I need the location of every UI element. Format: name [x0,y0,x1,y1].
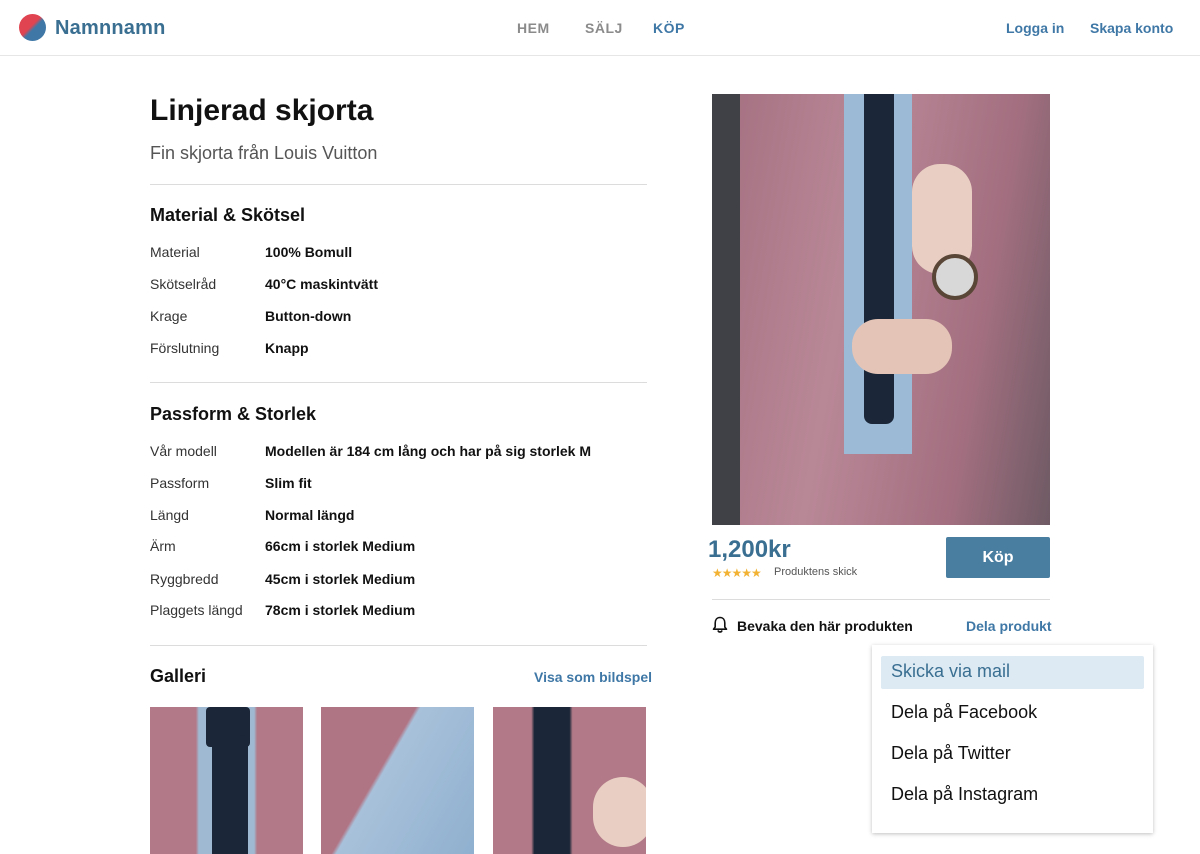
share-menu-item-instagram[interactable]: Dela på Instagram [881,779,1144,812]
spec-value: 100% Bomull [265,244,353,260]
product-subtitle: Fin skjorta från Louis Vuitton [150,143,378,163]
spec-value: Normal längd [265,507,355,523]
fit-heading: Passform & Storlek [150,404,317,424]
material-heading: Material & Skötsel [150,205,306,225]
divider [712,599,1050,600]
top-header: Namnnamn HEM SÄLJ KÖP Logga in Skapa kon… [0,0,1200,56]
product-image[interactable] [712,94,1050,525]
share-product-link[interactable]: Dela produkt [966,618,1052,634]
spec-label: Skötselråd [150,276,217,292]
share-menu-item-mail[interactable]: Skicka via mail [881,656,1144,689]
watch-product-link[interactable]: Bevaka den här produkten [737,618,913,634]
share-menu-item-facebook[interactable]: Dela på Facebook [881,697,1144,730]
spec-label: Krage [150,308,188,324]
hand-shape [852,319,952,374]
divider [150,382,647,383]
tie-shape [212,735,248,854]
spec-value: 45cm i storlek Medium [265,571,416,587]
product-title: Linjerad skjorta [150,94,374,127]
nav-item-hem[interactable]: HEM [517,20,550,36]
buy-button[interactable]: Köp [946,537,1050,578]
divider [150,645,647,646]
spec-value: Modellen är 184 cm lång och har på sig s… [265,443,591,459]
spec-value: 40°C maskintvätt [265,276,378,292]
bell-icon[interactable] [712,616,728,634]
watch-shape [932,254,978,300]
tie-shape [864,94,894,424]
gallery-thumbnail[interactable] [150,707,303,854]
spec-value: 66cm i storlek Medium [265,538,416,554]
brand-name[interactable]: Namnnamn [55,17,166,40]
gallery-thumbnail[interactable] [493,707,646,854]
spec-label: Förslutning [150,340,220,356]
gallery-heading: Galleri [150,666,207,686]
spec-label: Ryggbredd [150,571,219,587]
rating-caption: Produktens skick [774,566,858,578]
spec-label: Passform [150,475,210,491]
spec-value: Button-down [265,308,352,324]
gallery-thumbnail[interactable] [321,707,474,854]
nav-item-salj[interactable]: SÄLJ [585,20,623,36]
background-shape [712,94,740,525]
login-link[interactable]: Logga in [1006,20,1064,36]
star-icon: ★★★★★ [712,566,762,580]
divider [150,184,647,185]
share-menu-item-twitter[interactable]: Dela på Twitter [881,738,1144,771]
spec-label: Vår modell [150,443,217,459]
signup-link[interactable]: Skapa konto [1090,20,1173,36]
hand-shape [593,777,646,847]
spec-label: Ärm [150,538,176,554]
spec-label: Plaggets längd [150,602,243,618]
spec-label: Längd [150,507,189,523]
slideshow-link[interactable]: Visa som bildspel [534,669,652,685]
spec-value: Knapp [265,340,309,356]
logo-icon[interactable] [19,14,46,41]
spec-value: 78cm i storlek Medium [265,602,416,618]
share-dropdown-menu: Skicka via mail Dela på Facebook Dela på… [872,645,1153,833]
nav-item-kop[interactable]: KÖP [653,20,685,36]
spec-value: Slim fit [265,475,312,491]
product-price: 1,200kr [708,536,791,563]
spec-label: Material [150,244,200,260]
